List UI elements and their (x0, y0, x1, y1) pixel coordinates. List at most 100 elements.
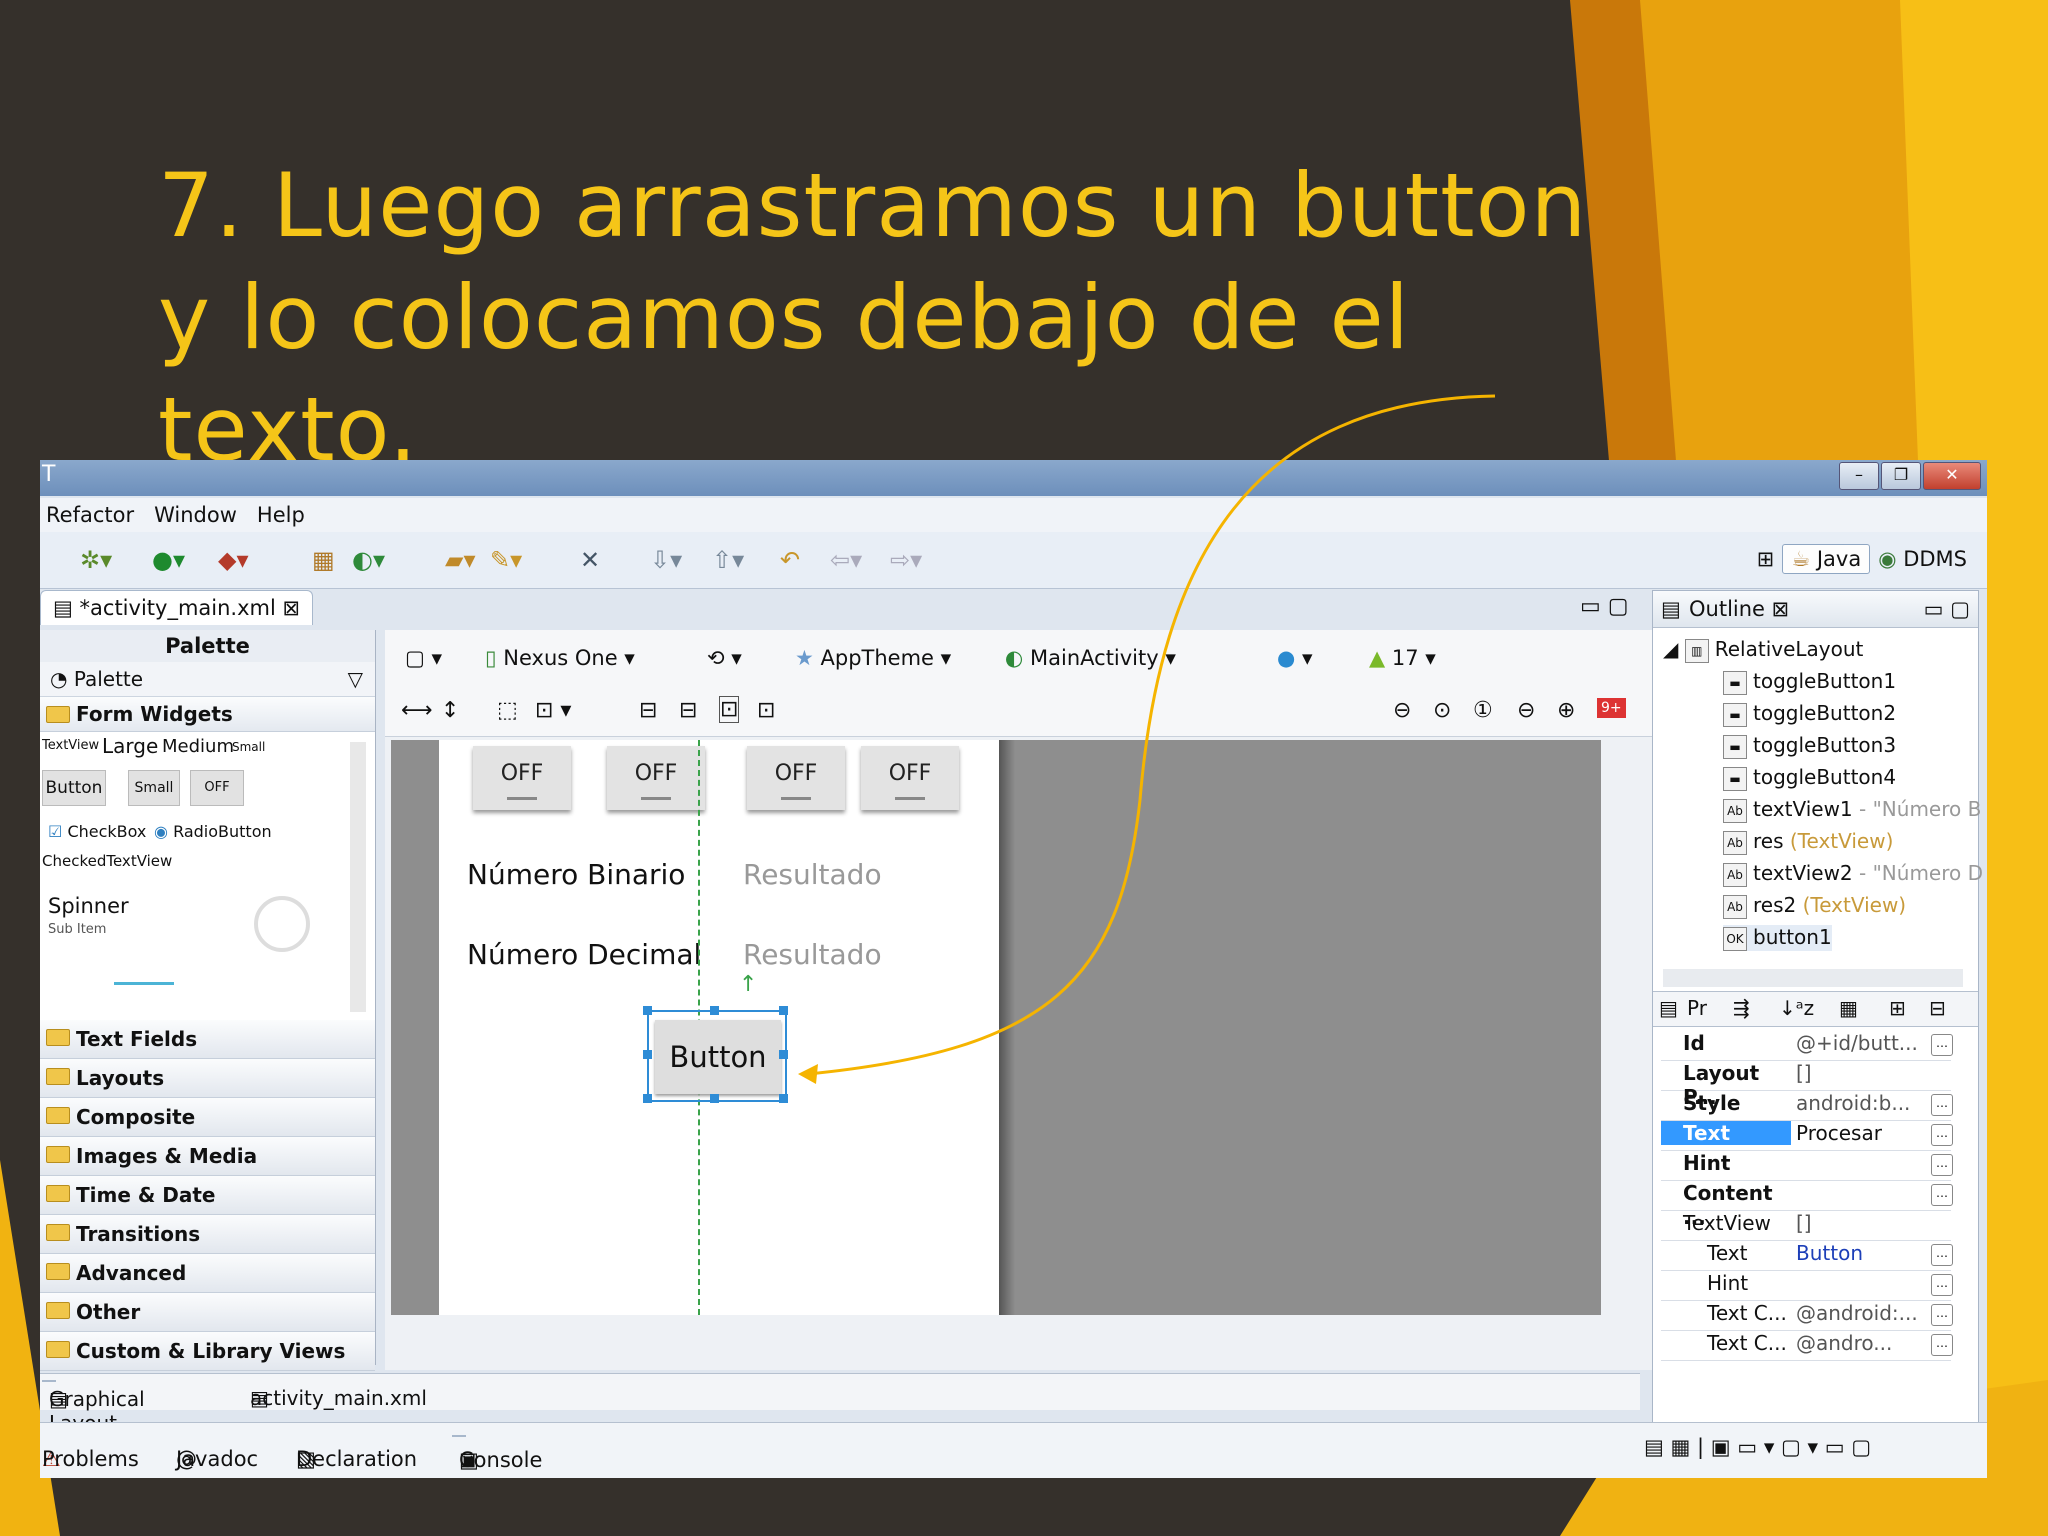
category-text-fields[interactable]: Text Fields (40, 1020, 375, 1059)
advanced-icon[interactable]: ▦ (1839, 996, 1858, 1020)
resize-handle[interactable] (779, 1050, 788, 1059)
toggle-fill-height-icon[interactable]: ↕ (441, 698, 459, 723)
zoom-out-icon[interactable]: ⊖ (1517, 698, 1535, 723)
menu-refactor[interactable]: Refactor (46, 503, 134, 527)
tab-graphical-layout[interactable]: ▤ Graphical Layout (42, 1380, 145, 1435)
minimize-button[interactable]: – (1839, 462, 1879, 490)
palette-small-button[interactable]: Small (128, 770, 180, 806)
category-composite[interactable]: Composite (40, 1098, 375, 1137)
result-text-1[interactable]: Resultado (743, 858, 882, 891)
close-tab-icon[interactable]: ⊠ (1772, 597, 1790, 621)
resize-handle[interactable] (643, 1050, 652, 1059)
prop-row-textview-group[interactable]: TextView[] (1661, 1211, 1951, 1241)
expand-all-icon[interactable]: ⊞ (1889, 996, 1906, 1020)
ellipsis-icon[interactable]: … (1931, 1094, 1953, 1116)
resize-handle[interactable] (643, 1094, 652, 1103)
toggle-button-4[interactable]: OFF (861, 746, 959, 810)
resize-handle[interactable] (779, 1006, 788, 1015)
palette-toggle-button[interactable]: OFF (190, 770, 244, 806)
result-text-2[interactable]: Resultado (743, 938, 882, 971)
locale-selector[interactable]: ● ▾ (1277, 646, 1313, 670)
palette-medium-text[interactable]: Medium (162, 736, 234, 757)
category-custom-library[interactable]: Custom & Library Views (40, 1332, 375, 1371)
prop-row-style[interactable]: Style android:b...… (1661, 1091, 1953, 1121)
minimize-editor-icon[interactable]: ▭ ▢ (1580, 594, 1629, 619)
menu-window[interactable]: Window (154, 503, 237, 527)
toggle-button-1[interactable]: OFF (473, 746, 571, 810)
open-type-icon[interactable]: ▰▾ (445, 546, 476, 574)
debug-icon[interactable]: ✲▾ (80, 546, 112, 574)
prop-row-id[interactable]: Id @+id/butt...… (1661, 1031, 1953, 1061)
resize-handle[interactable] (643, 1006, 652, 1015)
open-perspective-icon[interactable]: ⊞ (1757, 547, 1775, 571)
prop-row-text[interactable]: Text Procesar… (1661, 1121, 1953, 1151)
constraints-icon[interactable]: ⊡ (757, 698, 775, 723)
progress-spinner-icon[interactable] (254, 896, 310, 952)
category-transitions[interactable]: Transitions (40, 1215, 375, 1254)
ellipsis-icon[interactable]: … (1931, 1124, 1953, 1146)
prop-row-textview-text[interactable]: Text Button… (1661, 1241, 1953, 1271)
tree-node-textview2[interactable]: Ab textView2 - "Número D (1723, 861, 1983, 887)
prop-row-hint[interactable]: Hint… (1661, 1151, 1953, 1181)
external-tools-icon[interactable]: ◆▾ (218, 546, 249, 574)
ellipsis-icon[interactable]: … (1931, 1244, 1953, 1266)
margins-icon[interactable]: ⬚ (497, 698, 518, 723)
tree-node-togglebutton1[interactable]: ▬ toggleButton1 (1723, 669, 1896, 695)
close-button[interactable]: ✕ (1923, 462, 1981, 490)
ellipsis-icon[interactable]: … (1931, 1334, 1953, 1356)
last-edit-icon[interactable]: ↶ (780, 546, 800, 574)
search-tool-icon[interactable]: ✎▾ (490, 546, 522, 574)
tree-node-button1[interactable]: OK button1 (1723, 925, 1832, 951)
prop-row-text-color[interactable]: Text C... @android:...… (1661, 1301, 1953, 1331)
properties-tab[interactable]: Pr (1687, 996, 1707, 1020)
tree-node-res[interactable]: Ab res (TextView) (1723, 829, 1893, 855)
theme-selector[interactable]: ★ AppTheme ▾ (795, 646, 951, 670)
resize-handle[interactable] (779, 1094, 788, 1103)
new-package-icon[interactable]: ▦ (312, 546, 335, 574)
menu-help[interactable]: Help (257, 503, 305, 527)
resize-handle[interactable] (710, 1094, 719, 1103)
label-numero-decimal[interactable]: Número Decimal (467, 938, 701, 971)
run-icon[interactable]: ●▾ (152, 546, 185, 574)
category-layouts[interactable]: Layouts (40, 1059, 375, 1098)
palette-spinner[interactable]: Spinner (48, 894, 129, 918)
tab-activity-main[interactable]: ▤ *activity_main.xml ⊠ (40, 590, 314, 625)
errors-badge[interactable]: 9+ (1597, 698, 1626, 718)
activity-selector[interactable]: ◐ MainActivity ▾ (1005, 646, 1176, 670)
api-selector[interactable]: ▲ 17 ▾ (1369, 646, 1436, 670)
palette-radiobutton[interactable]: ◉ RadioButton (154, 822, 272, 841)
close-tab-icon[interactable]: ⊠ (283, 596, 301, 620)
prop-row-textview-hint[interactable]: Hint… (1661, 1271, 1953, 1301)
back-icon[interactable]: ⇦▾ (830, 546, 862, 574)
palette-scrollbar[interactable] (350, 742, 366, 1012)
gravity-icon[interactable]: ⊡ ▾ (535, 698, 571, 723)
zoom-in-icon[interactable]: ⊕ (1557, 698, 1575, 723)
pin-icon[interactable]: ✕ (580, 546, 600, 574)
ellipsis-icon[interactable]: … (1931, 1184, 1953, 1206)
tree-node-textview1[interactable]: Ab textView1 - "Número B (1723, 797, 1981, 823)
align-icon[interactable]: ⊟ (679, 698, 697, 723)
distribute-icon[interactable]: ⊟ (639, 698, 657, 723)
palette-checkedtextview[interactable]: CheckedTextView (42, 852, 172, 870)
console-actions[interactable]: ▤ ▦ | ▣ ▭ ▾ ▢ ▾ ▭ ▢ (1644, 1435, 1871, 1459)
prop-row-text-color-hint[interactable]: Text C... @andro...… (1661, 1331, 1953, 1361)
category-time-date[interactable]: Time & Date (40, 1176, 375, 1215)
palette-textview-small[interactable]: TextView (42, 738, 99, 753)
toggle-button-2[interactable]: OFF (607, 746, 705, 810)
next-annotation-icon[interactable]: ⇩▾ (650, 546, 682, 574)
tree-node-res2[interactable]: Ab res2 (TextView) (1723, 893, 1906, 919)
forward-icon[interactable]: ⇨▾ (890, 546, 922, 574)
close-tab-icon[interactable]: ⊠ (459, 1448, 477, 1472)
progress-bar-icon[interactable] (114, 982, 174, 985)
resize-handle[interactable] (710, 1006, 719, 1015)
chevron-down-icon[interactable]: ▽ (348, 662, 363, 696)
ellipsis-icon[interactable]: … (1931, 1304, 1953, 1326)
prop-row-layout-params[interactable]: Layout P...[] (1661, 1061, 1951, 1109)
zoom-actual-icon[interactable]: ⊙ (1433, 698, 1451, 723)
ellipsis-icon[interactable]: … (1931, 1154, 1953, 1176)
outline-hscrollbar[interactable] (1663, 969, 1963, 987)
palette-selector[interactable]: ◔ Palette ▽ (40, 662, 375, 697)
ellipsis-icon[interactable]: … (1931, 1274, 1953, 1296)
maximize-button[interactable]: ❐ (1881, 462, 1921, 490)
palette-button[interactable]: Button (42, 770, 106, 806)
